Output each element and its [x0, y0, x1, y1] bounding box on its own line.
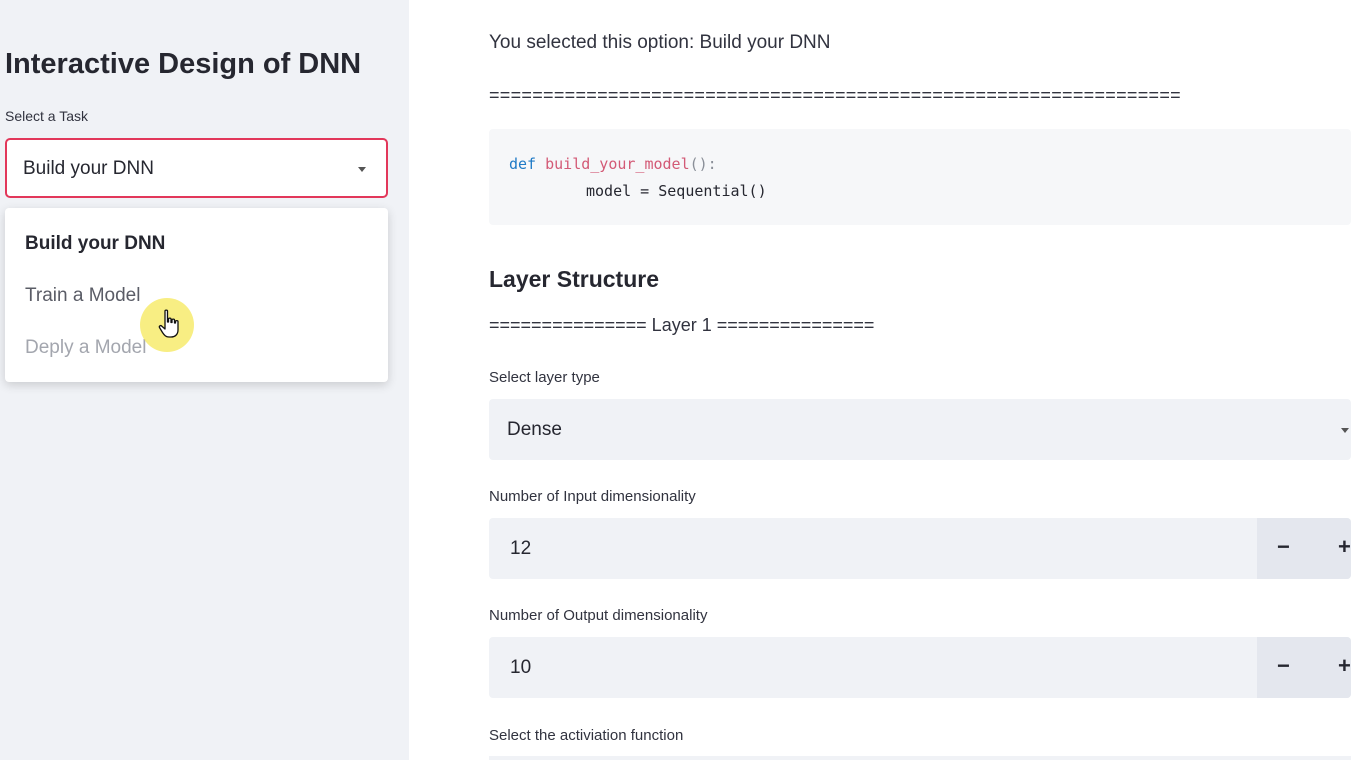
- layer-type-select[interactable]: Dense: [489, 399, 1351, 460]
- option-deply-a-model[interactable]: Deply a Model: [25, 337, 146, 359]
- chevron-down-icon: [358, 167, 366, 172]
- input-dim-value: 12: [510, 538, 532, 559]
- activation-label: Select the activiation function: [489, 727, 684, 744]
- code-line-model: model = Sequential(): [586, 182, 767, 200]
- input-dim-minus-button[interactable]: −: [1277, 534, 1290, 560]
- layer-type-label: Select layer type: [489, 369, 600, 386]
- code-parens: ():: [689, 155, 717, 173]
- output-dim-stepper: − +: [1257, 637, 1351, 698]
- task-select-label: Select a Task: [5, 108, 89, 124]
- output-dim-plus-button[interactable]: +: [1338, 653, 1351, 679]
- sidebar: Interactive Design of DNN Select a Task …: [0, 0, 409, 760]
- output-dim-value: 10: [510, 657, 532, 678]
- input-dim-field[interactable]: 12 − +: [489, 518, 1351, 579]
- code-keyword: def: [509, 155, 537, 173]
- activation-select[interactable]: [489, 756, 1351, 760]
- hand-pointer-icon: [158, 309, 179, 338]
- chevron-down-icon: [1341, 428, 1349, 433]
- selected-option-text: You selected this option: Build your DNN: [489, 32, 831, 53]
- input-dim-stepper: − +: [1257, 518, 1351, 579]
- input-dim-label: Number of Input dimensionality: [489, 488, 696, 505]
- layer-structure-heading: Layer Structure: [489, 266, 660, 292]
- task-select[interactable]: Build your DNN: [5, 138, 388, 198]
- task-dropdown-menu: Build your DNN Train a Model Deply a Mod…: [5, 208, 388, 382]
- task-select-value: Build your DNN: [23, 158, 154, 179]
- output-dim-field[interactable]: 10 − +: [489, 637, 1351, 698]
- layer-separator: =============== Layer 1 ===============: [489, 315, 875, 335]
- option-train-a-model[interactable]: Train a Model: [25, 285, 140, 307]
- app-title: Interactive Design of DNN: [5, 48, 362, 80]
- option-build-your-dnn[interactable]: Build your DNN: [25, 233, 165, 255]
- separator-line: ========================================…: [489, 85, 1181, 105]
- code-line-def: def build_your_model():: [509, 155, 717, 173]
- layer-type-value: Dense: [507, 419, 562, 440]
- input-dim-plus-button[interactable]: +: [1338, 534, 1351, 560]
- code-function-name: build_your_model: [545, 155, 690, 173]
- output-dim-label: Number of Output dimensionality: [489, 607, 708, 624]
- output-dim-minus-button[interactable]: −: [1277, 653, 1290, 679]
- code-block: def build_your_model(): model = Sequenti…: [489, 129, 1351, 225]
